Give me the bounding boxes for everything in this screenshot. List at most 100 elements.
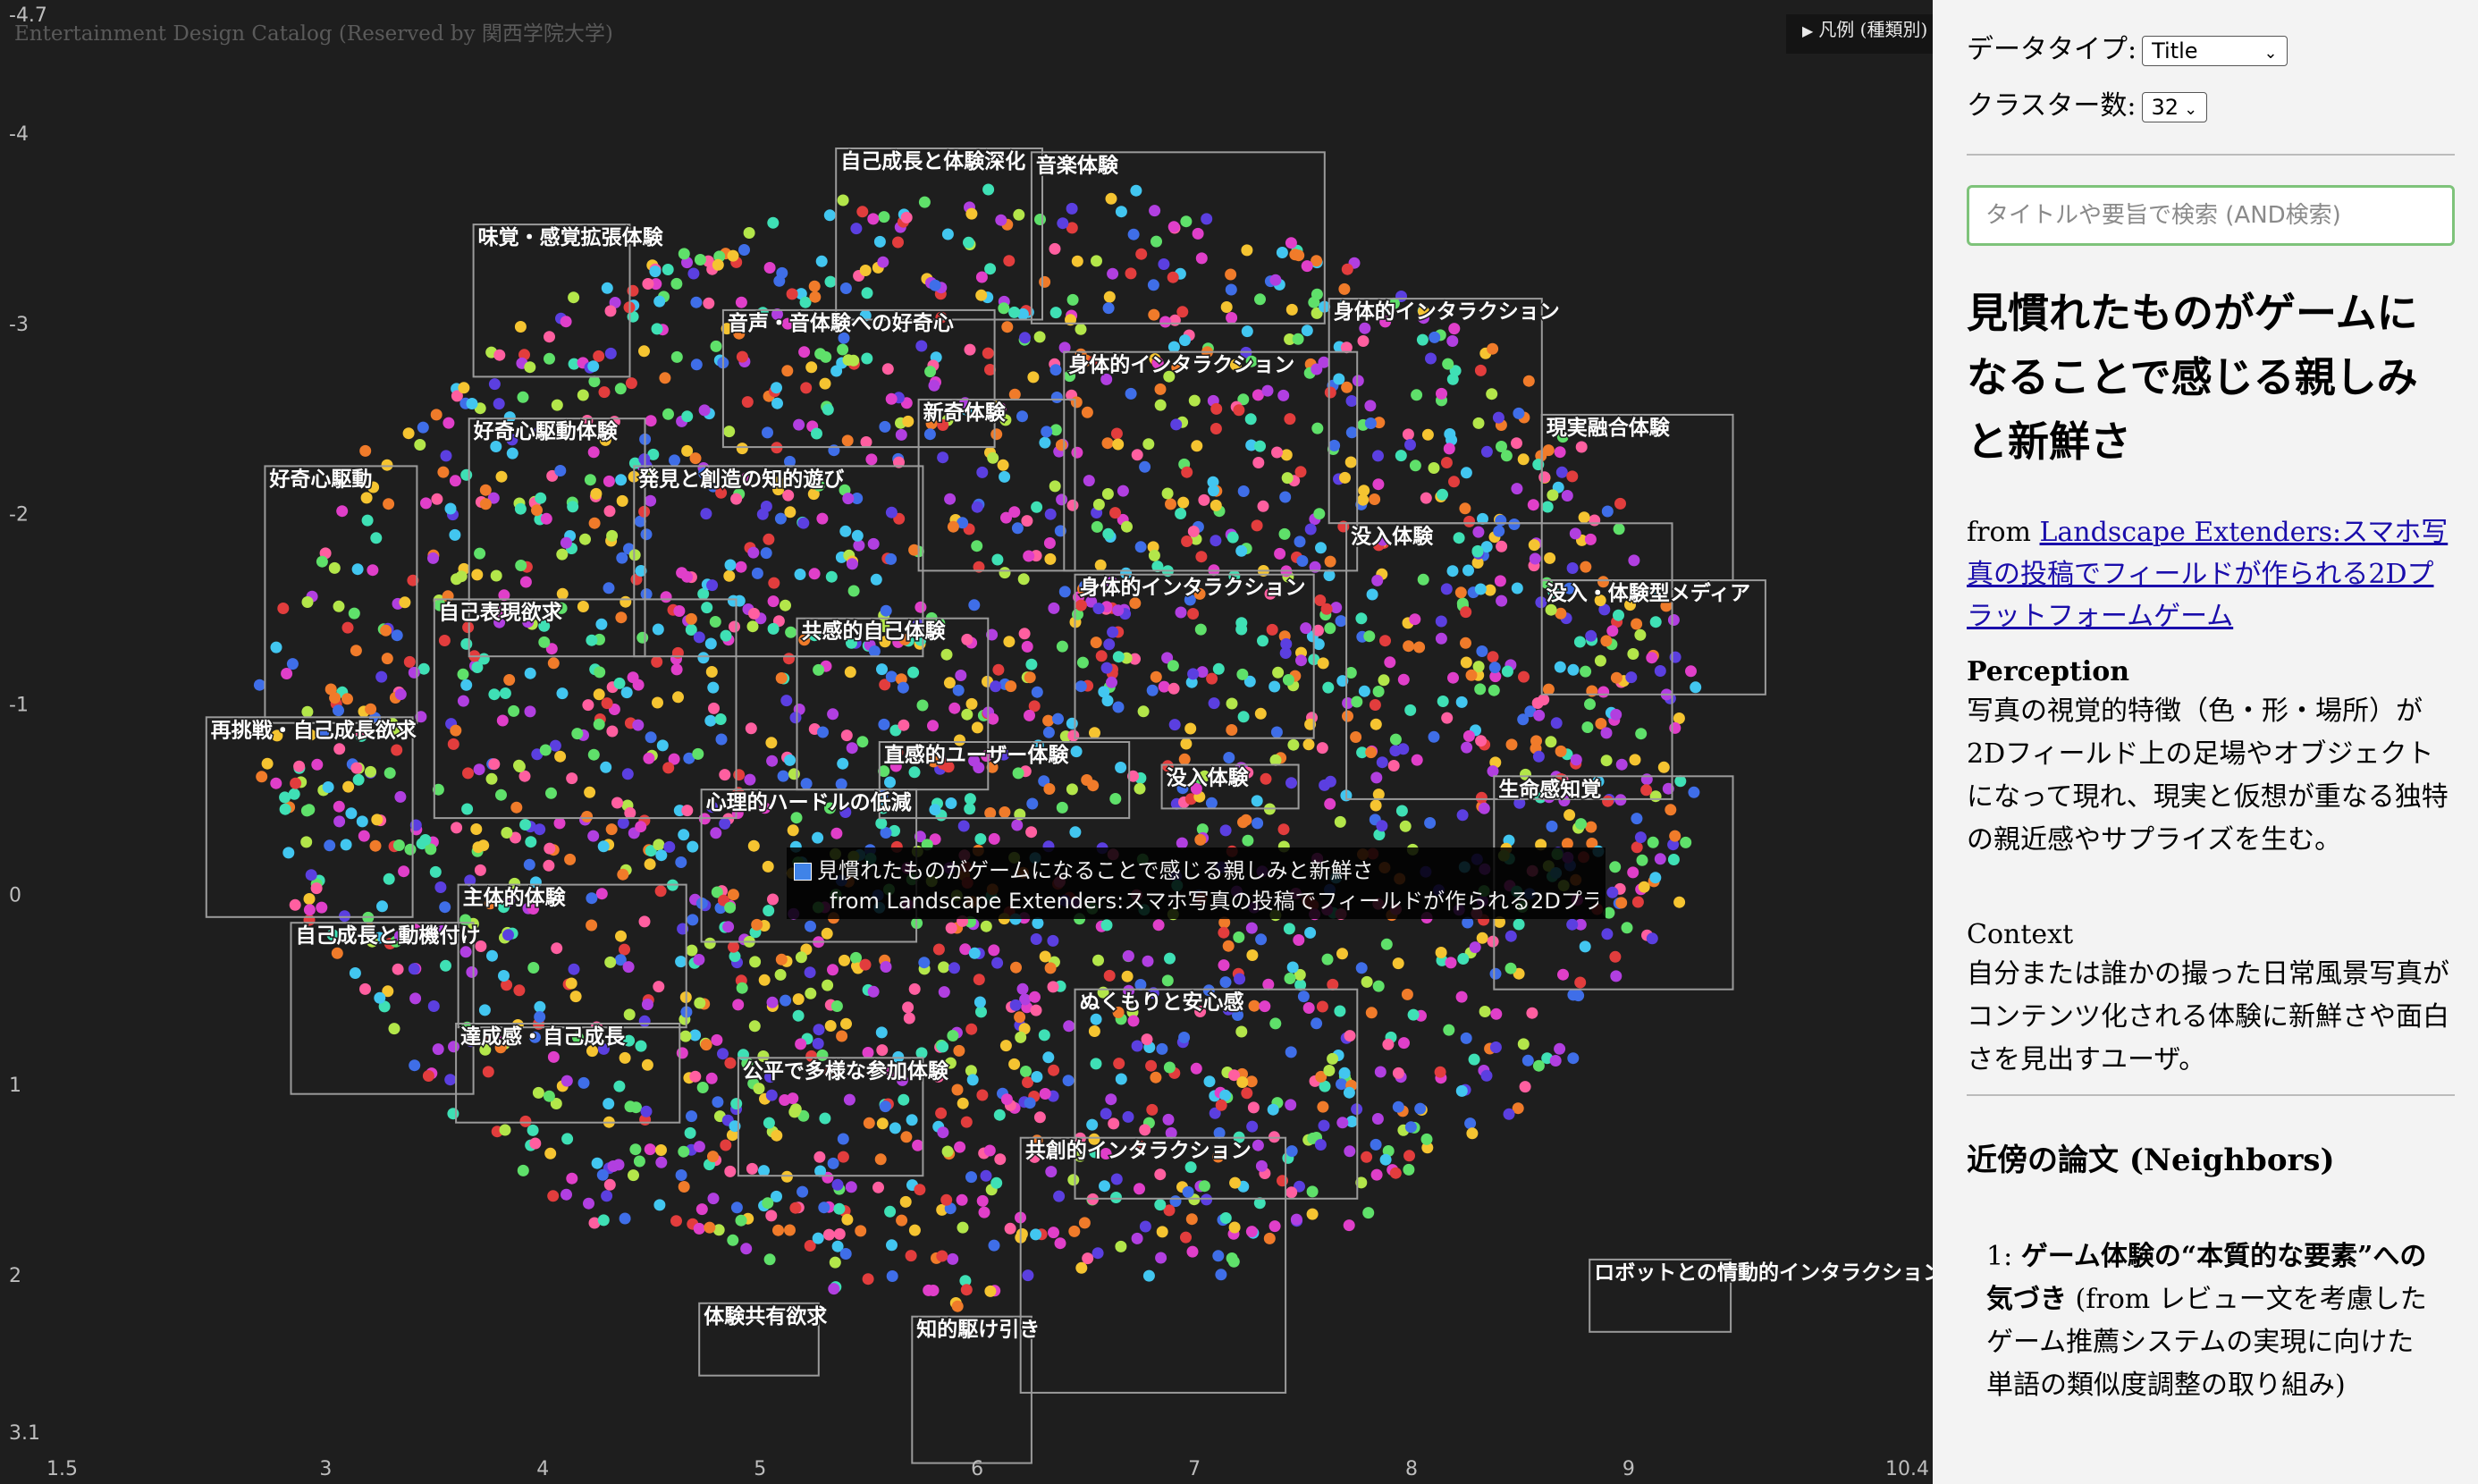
data-point[interactable] <box>583 1197 594 1210</box>
data-point[interactable] <box>782 489 795 502</box>
data-point[interactable] <box>1229 1176 1242 1189</box>
data-point[interactable] <box>1610 671 1622 684</box>
data-point[interactable] <box>638 915 651 928</box>
data-point[interactable] <box>940 648 953 661</box>
data-point[interactable] <box>822 979 834 991</box>
data-point[interactable] <box>1251 795 1263 807</box>
data-point[interactable] <box>789 1103 802 1116</box>
data-point[interactable] <box>569 991 582 1003</box>
data-point[interactable] <box>399 596 411 609</box>
data-point[interactable] <box>821 927 833 940</box>
data-point[interactable] <box>1416 333 1429 346</box>
data-point[interactable] <box>823 209 836 222</box>
data-point[interactable] <box>825 570 838 583</box>
data-point[interactable] <box>447 738 459 750</box>
data-point[interactable] <box>1177 496 1190 509</box>
data-point[interactable] <box>1308 296 1320 308</box>
data-point[interactable] <box>508 704 520 717</box>
data-point[interactable] <box>1158 680 1170 693</box>
data-point[interactable] <box>980 920 992 932</box>
data-point[interactable] <box>1049 364 1062 376</box>
data-point[interactable] <box>954 1141 966 1153</box>
data-point[interactable] <box>875 1026 888 1039</box>
data-point[interactable] <box>1187 668 1200 680</box>
data-point[interactable] <box>636 631 649 644</box>
data-point[interactable] <box>1013 208 1025 221</box>
data-point[interactable] <box>590 487 603 500</box>
data-point[interactable] <box>767 893 779 906</box>
data-point[interactable] <box>973 974 985 986</box>
data-point[interactable] <box>975 289 988 301</box>
data-point[interactable] <box>829 1256 841 1269</box>
data-point[interactable] <box>1355 612 1368 625</box>
data-point[interactable] <box>1105 192 1117 205</box>
data-point[interactable] <box>1365 746 1378 759</box>
data-point[interactable] <box>990 680 1002 693</box>
data-point[interactable] <box>611 797 623 809</box>
data-point[interactable] <box>623 1008 636 1021</box>
data-point[interactable] <box>1293 934 1305 946</box>
data-point[interactable] <box>714 713 727 725</box>
data-point[interactable] <box>1573 636 1586 648</box>
data-point[interactable] <box>686 1110 697 1123</box>
data-point[interactable] <box>990 428 1003 441</box>
data-point[interactable] <box>1225 283 1237 296</box>
data-point[interactable] <box>881 363 894 375</box>
data-point[interactable] <box>1054 1237 1066 1250</box>
data-point[interactable] <box>952 684 965 696</box>
data-point[interactable] <box>885 392 898 405</box>
data-point[interactable] <box>905 1250 917 1262</box>
data-point[interactable] <box>1443 443 1455 455</box>
data-point[interactable] <box>1122 1110 1134 1123</box>
data-point[interactable] <box>586 634 598 646</box>
data-point[interactable] <box>1024 671 1036 684</box>
data-point[interactable] <box>301 596 314 608</box>
data-point[interactable] <box>1228 1221 1241 1234</box>
data-point[interactable] <box>620 687 633 699</box>
data-point[interactable] <box>1561 490 1573 502</box>
data-point[interactable] <box>693 954 705 965</box>
data-point[interactable] <box>724 559 737 571</box>
data-point[interactable] <box>1476 932 1488 944</box>
data-point[interactable] <box>681 410 694 423</box>
data-point[interactable] <box>1505 738 1518 751</box>
data-point[interactable] <box>1504 962 1517 974</box>
data-point[interactable] <box>422 1070 434 1082</box>
data-point[interactable] <box>1090 1058 1102 1070</box>
data-point[interactable] <box>982 183 995 196</box>
data-point[interactable] <box>795 1038 807 1050</box>
data-point[interactable] <box>1480 1069 1493 1082</box>
data-point[interactable] <box>651 323 663 335</box>
data-point[interactable] <box>861 352 873 365</box>
data-point[interactable] <box>394 688 407 701</box>
data-point[interactable] <box>1070 396 1083 409</box>
data-point[interactable] <box>1268 1220 1281 1233</box>
data-point[interactable] <box>719 769 731 781</box>
data-point[interactable] <box>1442 358 1454 370</box>
data-point[interactable] <box>1195 551 1208 563</box>
data-point[interactable] <box>409 992 422 1005</box>
data-point[interactable] <box>1334 1005 1346 1017</box>
data-point[interactable] <box>1078 1217 1091 1229</box>
data-point[interactable] <box>333 600 345 612</box>
data-point[interactable] <box>886 1239 898 1252</box>
data-point[interactable] <box>1056 801 1068 814</box>
data-point[interactable] <box>1404 1121 1417 1134</box>
data-point[interactable] <box>351 563 364 576</box>
data-point[interactable] <box>678 829 690 841</box>
data-point[interactable] <box>918 957 931 969</box>
data-point[interactable] <box>751 918 763 931</box>
data-point[interactable] <box>1404 439 1416 451</box>
data-point[interactable] <box>1022 1269 1034 1282</box>
data-point[interactable] <box>1302 1002 1315 1014</box>
data-point[interactable] <box>653 981 665 993</box>
data-point[interactable] <box>827 1157 839 1169</box>
data-point[interactable] <box>1198 1180 1210 1193</box>
data-point[interactable] <box>1003 636 1016 648</box>
data-point[interactable] <box>987 451 999 464</box>
data-point[interactable] <box>1316 1000 1328 1013</box>
data-point[interactable] <box>819 377 831 390</box>
data-point[interactable] <box>684 1126 696 1139</box>
data-point[interactable] <box>1158 258 1170 270</box>
data-point[interactable] <box>645 494 657 507</box>
